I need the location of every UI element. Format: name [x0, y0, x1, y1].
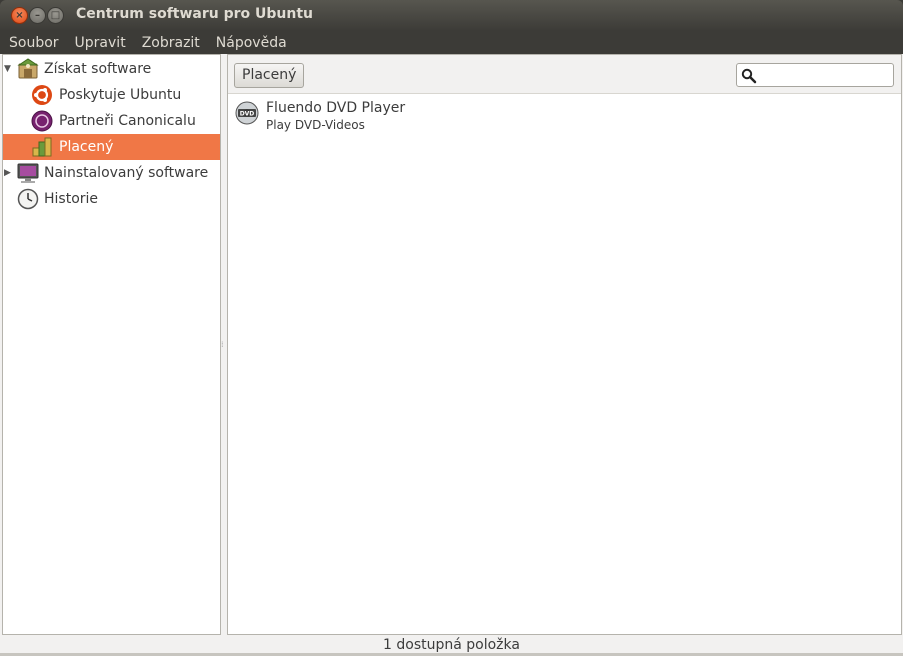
dvd-player-icon: DVD — [235, 101, 259, 125]
sidebar-item-label: Nainstalovaný software — [44, 165, 209, 181]
sidebar-item-label: Poskytuje Ubuntu — [59, 87, 182, 103]
close-window-button[interactable]: × — [11, 7, 28, 24]
list-item[interactable]: DVD Fluendo DVD Player Play DVD-Videos — [228, 96, 901, 132]
window-title: Centrum softwaru pro Ubuntu — [76, 6, 314, 22]
sidebar-item-installed-software[interactable]: ▶ Nainstalovaný software — [3, 160, 220, 186]
sidebar-item-label: Placený — [59, 139, 114, 155]
sidebar-item-label: Historie — [44, 191, 99, 207]
minimize-window-button[interactable]: – — [29, 7, 46, 24]
canonical-partners-icon — [31, 110, 53, 132]
ubuntu-logo-icon — [32, 85, 52, 105]
sidebar-item-label: Partneři Canonicalu — [59, 113, 196, 129]
computer-icon — [17, 163, 39, 183]
app-summary: Play DVD-Videos — [266, 118, 365, 132]
window-titlebar: × – □ Centrum softwaru pro Ubuntu — [0, 0, 903, 31]
expander-collapsed-icon[interactable]: ▶ — [4, 168, 14, 178]
sidebar-item-history[interactable]: Historie — [3, 186, 220, 212]
menu-soubor[interactable]: Soubor — [2, 35, 66, 51]
menu-napoveda[interactable]: Nápověda — [209, 35, 294, 51]
get-software-icon — [17, 58, 39, 79]
search-icon[interactable] — [741, 68, 757, 84]
sidebar-item-paid[interactable]: Placený — [3, 134, 220, 160]
status-text: 1 dostupná položka — [383, 637, 520, 653]
nav-button-paid[interactable]: Placený — [234, 63, 305, 88]
window-client-area: ▼ Získat software Poskytuje Ubuntu Partn… — [0, 54, 903, 656]
clock-icon — [17, 188, 39, 210]
maximize-window-button[interactable]: □ — [47, 7, 64, 24]
expander-expanded-icon[interactable]: ▼ — [4, 64, 14, 74]
sidebar-item-label: Získat software — [44, 61, 152, 77]
sidebar-item-get-software[interactable]: ▼ Získat software — [3, 56, 220, 82]
menubar: Soubor Upravit Zobrazit Nápověda — [0, 31, 903, 54]
paid-software-icon — [32, 137, 52, 157]
search-input[interactable] — [759, 66, 889, 84]
sidebar-tree: ▼ Získat software Poskytuje Ubuntu Partn… — [2, 54, 221, 635]
pane-splitter-handle[interactable]: ⁞ — [221, 340, 225, 350]
sidebar-item-ubuntu[interactable]: Poskytuje Ubuntu — [3, 82, 220, 108]
menu-zobrazit[interactable]: Zobrazit — [135, 35, 207, 51]
search-box[interactable] — [736, 63, 894, 87]
main-panel: Placený DVD Fluendo DVD Player Play DVD-… — [227, 54, 902, 635]
app-name: Fluendo DVD Player — [266, 100, 406, 116]
sidebar-item-canonical-partners[interactable]: Partneři Canonicalu — [3, 108, 220, 134]
menu-upravit[interactable]: Upravit — [68, 35, 133, 51]
navigation-bar: Placený — [228, 55, 901, 94]
svg-text:DVD: DVD — [240, 111, 255, 118]
